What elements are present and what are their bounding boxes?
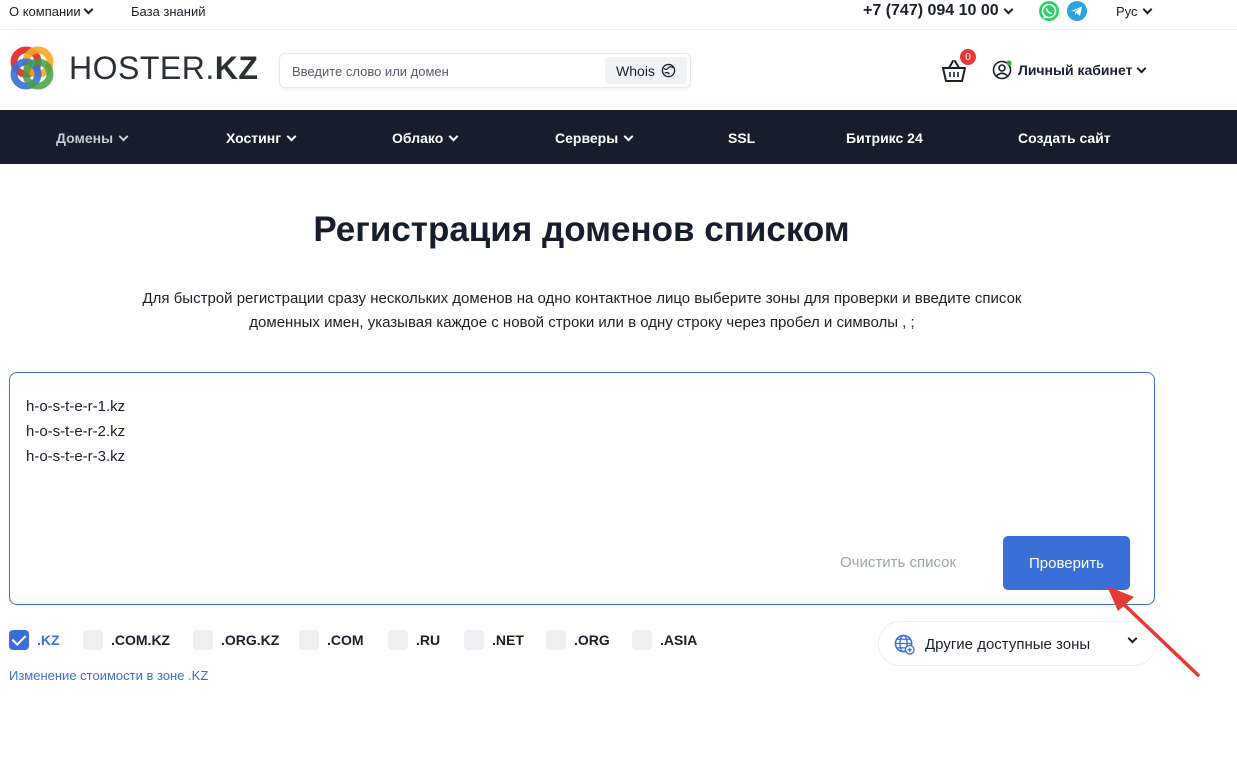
zone-checkbox-com-kz[interactable]: .COM.KZ (83, 630, 170, 650)
telegram-icon[interactable] (1066, 0, 1088, 22)
zone-checkbox-org-kz[interactable]: .ORG.KZ (193, 630, 279, 650)
nav-item-label: Хостинг (226, 130, 282, 146)
about-label: О компании (9, 4, 81, 19)
checkbox-icon (632, 630, 652, 650)
language-label: Рус (1116, 4, 1138, 19)
chevron-down-icon (1136, 63, 1147, 73)
nav-item-hosting[interactable]: Хостинг (226, 130, 297, 146)
user-icon (992, 60, 1012, 80)
zone-checkbox-kz[interactable]: .KZ (9, 630, 60, 650)
nav-item-label: Домены (56, 130, 114, 146)
account-label: Личный кабинет (1018, 62, 1133, 78)
domain-line: h-o-s-t-e-r-2.kz (26, 423, 126, 440)
main-nav: Домены Хостинг Облако Серверы SSL Битрик… (0, 110, 1237, 164)
description-line: доменных имен, указывая каждое с новой с… (249, 314, 915, 331)
cart-count-badge: 0 (960, 49, 976, 65)
globe-icon (894, 634, 915, 655)
top-bar: О компании База знаний +7 (747) 094 10 0… (0, 0, 1237, 24)
search-input[interactable] (292, 61, 592, 81)
language-select[interactable]: Рус (1116, 4, 1152, 19)
checkbox-icon (546, 630, 566, 650)
nav-item-bitrix[interactable]: Битрикс 24 (846, 130, 923, 146)
nav-item-servers[interactable]: Серверы (555, 130, 634, 146)
logo-mark-icon (10, 46, 54, 90)
annotation-arrow-icon (1107, 586, 1200, 677)
zone-checkbox-org[interactable]: .ORG (546, 630, 610, 650)
checkbox-checked-icon (9, 630, 29, 650)
checkbox-icon (464, 630, 484, 650)
divider (0, 29, 1237, 30)
logo-text: HOSTER.KZ (69, 50, 258, 87)
account-menu[interactable]: Личный кабинет (992, 60, 1147, 80)
domain-line: h-o-s-t-e-r-3.kz (26, 448, 126, 465)
domain-lines: h-o-s-t-e-r-1.kz h-o-s-t-e-r-2.kz h-o-s-… (26, 394, 125, 469)
nav-item-label: Облако (392, 130, 444, 146)
chevron-down-icon (1142, 4, 1152, 15)
logo-accent-text: KZ (214, 49, 259, 86)
checkbox-icon (299, 630, 319, 650)
other-zones-label: Другие доступные зоны (925, 636, 1091, 653)
whatsapp-icon[interactable] (1038, 0, 1060, 22)
zone-label: .KZ (37, 632, 60, 648)
checkbox-icon (193, 630, 213, 650)
checkbox-icon (388, 630, 408, 650)
zone-label: .ORG (574, 632, 610, 648)
page-description: Для быстрой регистрации сразу нескольких… (90, 287, 1074, 335)
zone-checkbox-net[interactable]: .NET (464, 630, 524, 650)
chevron-down-icon (83, 4, 94, 15)
nav-item-domains[interactable]: Домены (56, 130, 129, 146)
description-line: Для быстрой регистрации сразу нескольких… (142, 290, 1022, 307)
about-menu[interactable]: О компании (9, 4, 94, 19)
chevron-down-icon (286, 131, 297, 141)
domain-line: h-o-s-t-e-r-1.kz (26, 398, 126, 415)
whois-globe-icon (661, 63, 676, 78)
nav-item-create-site[interactable]: Создать сайт (1018, 130, 1111, 146)
page-title: Регистрация доменов списком (313, 210, 850, 249)
nav-item-label: Серверы (555, 130, 619, 146)
chevron-down-icon (448, 131, 459, 141)
checkbox-icon (83, 630, 103, 650)
phone-menu[interactable]: +7 (747) 094 10 00 (863, 2, 1014, 20)
nav-item-cloud[interactable]: Облако (392, 130, 459, 146)
search-bar: Whois (279, 53, 691, 88)
zone-checkbox-asia[interactable]: .ASIA (632, 630, 697, 650)
whois-button[interactable]: Whois (605, 57, 687, 84)
zone-checkbox-com[interactable]: .COM (299, 630, 364, 650)
logo-main-text: HOSTER. (69, 49, 215, 86)
whois-label: Whois (616, 62, 655, 79)
chevron-down-icon (1003, 4, 1014, 14)
chevron-down-icon (118, 131, 129, 141)
zone-label: .COM (327, 632, 364, 648)
zone-label: .COM.KZ (111, 632, 171, 648)
zone-label: .ORG.KZ (221, 632, 280, 648)
zone-label: .NET (492, 632, 524, 648)
knowledge-base-link[interactable]: База знаний (131, 4, 206, 19)
kz-price-change-link[interactable]: Изменение стоимости в зоне .KZ (9, 668, 208, 683)
domain-list-textarea[interactable]: h-o-s-t-e-r-1.kz h-o-s-t-e-r-2.kz h-o-s-… (9, 372, 1155, 605)
site-logo[interactable]: HOSTER.KZ (9, 45, 258, 91)
zone-checkbox-ru[interactable]: .RU (388, 630, 440, 650)
zone-label: .ASIA (660, 632, 698, 648)
phone-number: +7 (747) 094 10 00 (863, 2, 999, 19)
nav-item-ssl[interactable]: SSL (728, 130, 755, 146)
chevron-down-icon (623, 131, 634, 141)
zone-label: .RU (416, 632, 441, 648)
clear-list-button[interactable]: Очистить список (840, 554, 956, 571)
